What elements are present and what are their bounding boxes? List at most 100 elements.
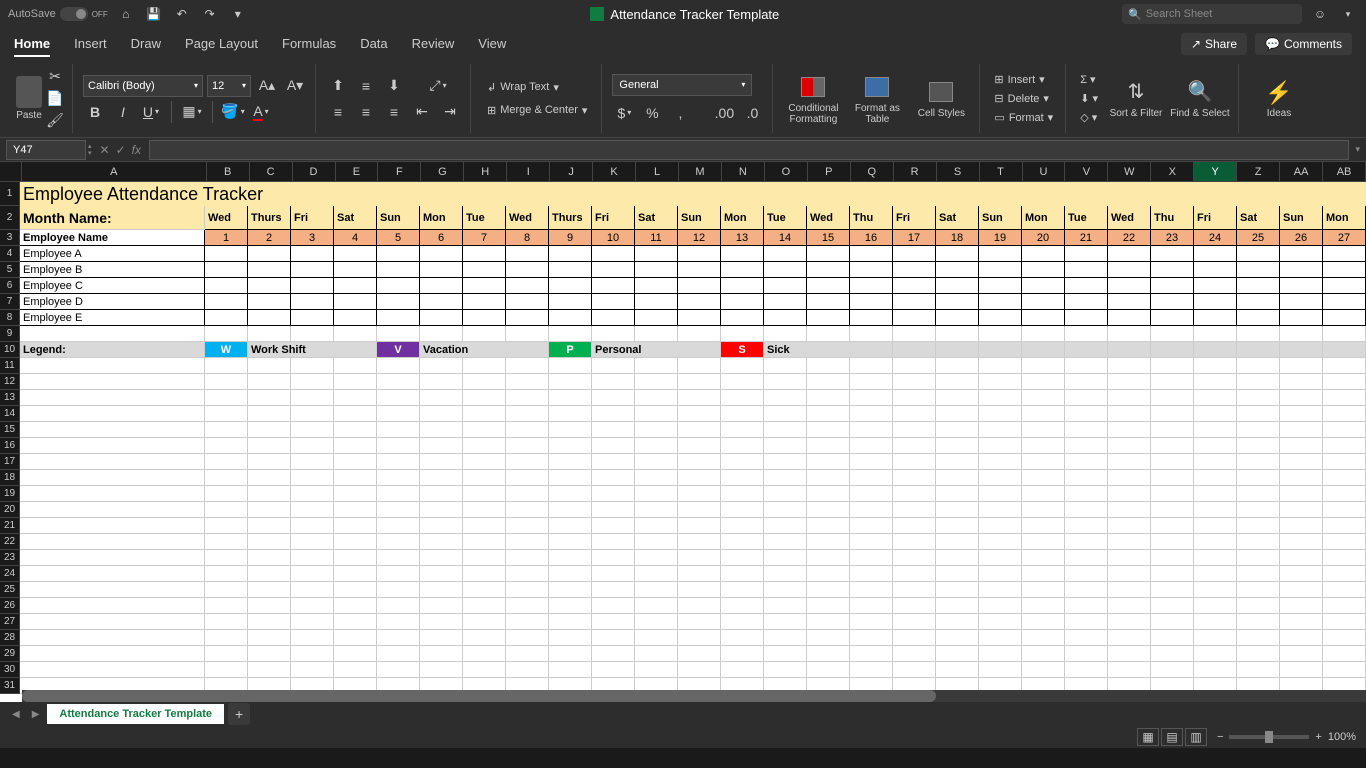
attendance-cell[interactable] (377, 278, 420, 294)
cell[interactable] (1280, 614, 1323, 630)
attendance-cell[interactable] (635, 294, 678, 310)
cell[interactable] (20, 614, 205, 630)
cell[interactable] (764, 486, 807, 502)
cell[interactable] (20, 374, 205, 390)
cell[interactable] (377, 614, 420, 630)
attendance-cell[interactable] (506, 262, 549, 278)
cell[interactable] (20, 390, 205, 406)
attendance-cell[interactable] (463, 310, 506, 326)
cell[interactable] (1194, 326, 1237, 342)
fill-button[interactable]: ⬇ ▾ (1076, 90, 1102, 107)
cell[interactable] (549, 438, 592, 454)
menu-tab-page-layout[interactable]: Page Layout (185, 32, 258, 57)
cell[interactable] (678, 326, 721, 342)
cell[interactable] (850, 358, 893, 374)
cell[interactable] (1323, 390, 1366, 406)
attendance-cell[interactable] (549, 310, 592, 326)
attendance-cell[interactable] (549, 246, 592, 262)
cell[interactable] (592, 534, 635, 550)
cell[interactable] (334, 518, 377, 534)
menu-tab-review[interactable]: Review (412, 32, 455, 57)
font-size-select[interactable]: 12▾ (207, 75, 251, 97)
cell[interactable] (850, 454, 893, 470)
cell[interactable] (463, 326, 506, 342)
cell[interactable] (420, 646, 463, 662)
cell[interactable] (291, 374, 334, 390)
column-header[interactable]: Q (851, 162, 894, 182)
cell[interactable] (420, 630, 463, 646)
cell[interactable] (334, 582, 377, 598)
cell[interactable] (764, 454, 807, 470)
cell[interactable] (1065, 422, 1108, 438)
cell[interactable] (248, 518, 291, 534)
name-box-up[interactable]: ▴ (88, 143, 92, 150)
cell[interactable] (764, 358, 807, 374)
cell[interactable] (936, 566, 979, 582)
attendance-cell[interactable] (463, 246, 506, 262)
cell[interactable] (850, 422, 893, 438)
attendance-cell[interactable] (291, 310, 334, 326)
cell[interactable] (635, 486, 678, 502)
cell[interactable] (1065, 662, 1108, 678)
cell[interactable] (420, 470, 463, 486)
attendance-cell[interactable] (721, 246, 764, 262)
cell[interactable] (936, 630, 979, 646)
cell[interactable] (1022, 486, 1065, 502)
attendance-cell[interactable] (1237, 246, 1280, 262)
cell[interactable] (334, 470, 377, 486)
cell[interactable] (1065, 454, 1108, 470)
cell[interactable] (1323, 326, 1366, 342)
cell[interactable] (1323, 438, 1366, 454)
zoom-out-button[interactable]: − (1217, 731, 1223, 743)
fx-icon[interactable]: fx (132, 143, 141, 157)
cell[interactable] (807, 390, 850, 406)
cell[interactable] (1151, 454, 1194, 470)
cell[interactable] (1280, 566, 1323, 582)
cell[interactable] (807, 662, 850, 678)
attendance-cell[interactable] (764, 262, 807, 278)
attendance-cell[interactable] (506, 246, 549, 262)
cell[interactable] (936, 326, 979, 342)
cell[interactable] (592, 358, 635, 374)
column-header[interactable]: W (1108, 162, 1151, 182)
cell[interactable] (850, 598, 893, 614)
attendance-cell[interactable] (635, 262, 678, 278)
cell[interactable] (1323, 470, 1366, 486)
cell[interactable] (1323, 342, 1366, 358)
attendance-cell[interactable] (850, 262, 893, 278)
cell[interactable] (979, 486, 1022, 502)
cell[interactable] (1108, 486, 1151, 502)
cell[interactable] (1280, 390, 1323, 406)
row-header[interactable]: 28 (0, 630, 20, 646)
cell[interactable] (506, 502, 549, 518)
cell[interactable] (1280, 582, 1323, 598)
attendance-cell[interactable] (549, 278, 592, 294)
attendance-cell[interactable] (1022, 294, 1065, 310)
cell[interactable] (893, 342, 936, 358)
cell[interactable] (678, 454, 721, 470)
attendance-cell[interactable] (678, 246, 721, 262)
cell[interactable] (1280, 630, 1323, 646)
cell[interactable] (678, 566, 721, 582)
cell[interactable] (377, 470, 420, 486)
search-input[interactable]: 🔍 Search Sheet (1122, 4, 1302, 24)
cell[interactable] (205, 326, 248, 342)
column-header[interactable]: J (550, 162, 593, 182)
cell[interactable] (850, 390, 893, 406)
cell[interactable] (463, 486, 506, 502)
cell[interactable] (1323, 454, 1366, 470)
cell[interactable] (936, 422, 979, 438)
cell[interactable] (248, 614, 291, 630)
attendance-cell[interactable] (506, 278, 549, 294)
row-header[interactable]: 16 (0, 438, 20, 454)
cell[interactable] (1022, 342, 1065, 358)
merge-center-button[interactable]: ⊞ Merge & Center ▾ (481, 102, 593, 119)
cell[interactable] (1151, 390, 1194, 406)
cell[interactable] (1065, 438, 1108, 454)
attendance-cell[interactable] (1237, 310, 1280, 326)
comma-icon[interactable]: , (668, 102, 692, 124)
delete-cells-button[interactable]: ⊟ Delete ▾ (990, 90, 1057, 107)
cell[interactable] (1323, 358, 1366, 374)
attendance-cell[interactable] (850, 246, 893, 262)
cell[interactable] (20, 486, 205, 502)
